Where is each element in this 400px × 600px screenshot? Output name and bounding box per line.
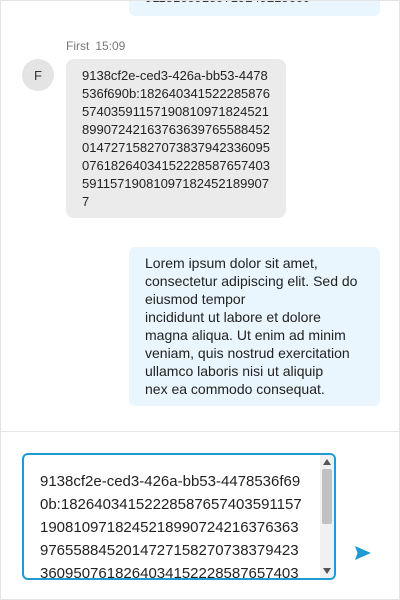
message-time: 15:09 [95, 39, 126, 53]
scroll-up-button[interactable] [320, 456, 334, 468]
chat-window: 91181609189719249218609 First 15:09 F 913… [0, 0, 400, 600]
avatar: F [22, 59, 54, 91]
send-button[interactable] [351, 541, 375, 565]
message-text: 91181609189719249218609 [145, 1, 310, 7]
triangle-up-icon [323, 459, 331, 465]
composer-scrollbar[interactable] [320, 455, 334, 578]
message-input[interactable] [24, 455, 320, 578]
outgoing-message: Lorem ipsum dolor sit amet, consectetur … [129, 247, 380, 406]
scrollbar-thumb[interactable] [322, 469, 332, 524]
scroll-down-button[interactable] [320, 565, 334, 577]
triangle-down-icon [323, 568, 331, 574]
message-meta: First 15:09 [66, 39, 125, 53]
send-icon [355, 546, 371, 560]
incoming-message: 9138cf2e-ced3-426a-bb53-4478536f690b:182… [66, 59, 286, 218]
composer-divider [1, 431, 399, 432]
outgoing-message-previous: 91181609189719249218609 [129, 1, 380, 16]
sender-name: First [66, 39, 90, 53]
message-composer [22, 453, 336, 580]
